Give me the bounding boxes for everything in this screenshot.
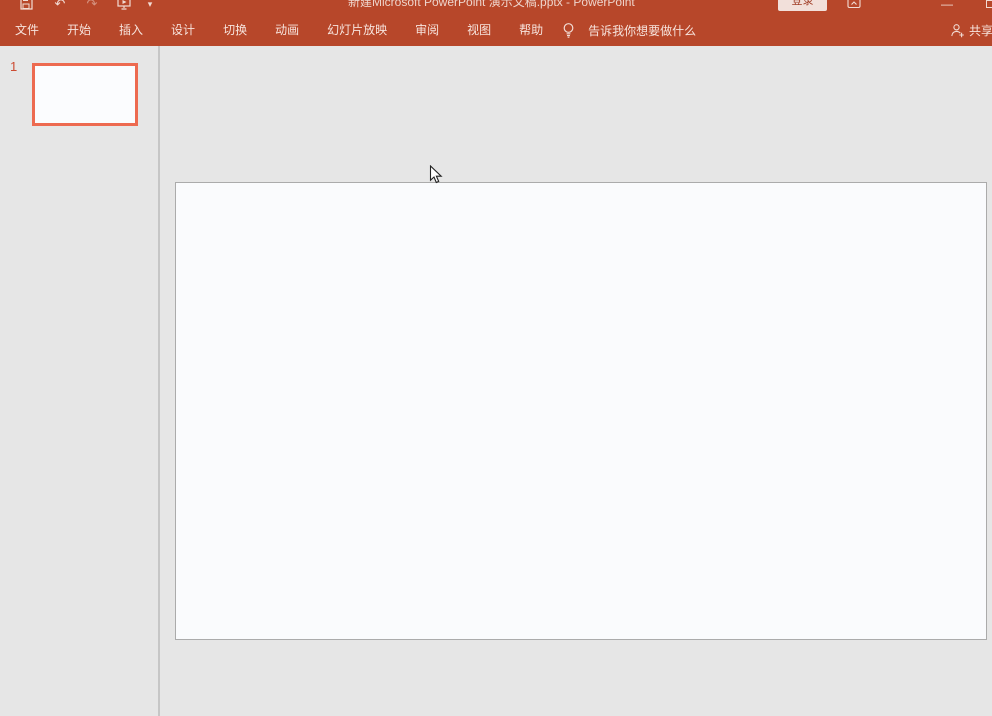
window-title: 新建Microsoft PowerPoint 演示文稿.pptx - Power…	[348, 0, 635, 11]
tab-slideshow[interactable]: 幻灯片放映	[313, 14, 401, 46]
title-bar: ↶ ↷ ▾ 新建Microsoft PowerPoint 演示文稿.pptx -…	[0, 0, 992, 14]
lightbulb-icon	[561, 22, 576, 38]
qat-dropdown-icon[interactable]: ▾	[142, 0, 158, 12]
share-button[interactable]: 共享	[950, 14, 992, 46]
tab-design[interactable]: 设计	[157, 14, 209, 46]
add-person-icon	[950, 23, 965, 38]
ribbon-display-options-icon[interactable]	[846, 0, 862, 12]
tab-home[interactable]: 开始	[53, 14, 105, 46]
redo-icon[interactable]: ↷	[84, 0, 100, 12]
start-slideshow-icon[interactable]	[117, 0, 133, 12]
slides-panel: 1	[0, 46, 160, 716]
tell-me-box[interactable]: 告诉我你想要做什么	[561, 14, 696, 46]
tab-review[interactable]: 审阅	[401, 14, 453, 46]
tab-transitions[interactable]: 切换	[209, 14, 261, 46]
tell-me-label: 告诉我你想要做什么	[588, 22, 696, 39]
editing-canvas	[160, 46, 992, 716]
maximize-box	[986, 0, 992, 8]
powerpoint-window: ↶ ↷ ▾ 新建Microsoft PowerPoint 演示文稿.pptx -…	[0, 0, 992, 716]
mouse-cursor	[429, 165, 444, 185]
tab-animations[interactable]: 动画	[261, 14, 313, 46]
slide-editing-area[interactable]	[175, 182, 987, 640]
slide-thumbnail-selected[interactable]	[32, 63, 138, 126]
slide-number: 1	[10, 59, 17, 74]
tab-view[interactable]: 视图	[453, 14, 505, 46]
save-icon[interactable]	[19, 0, 35, 12]
tab-help[interactable]: 帮助	[505, 14, 557, 46]
share-label: 共享	[969, 22, 992, 39]
tab-file[interactable]: 文件	[1, 14, 53, 46]
maximize-icon[interactable]	[982, 0, 992, 12]
sign-in-button[interactable]: 登录	[778, 0, 827, 11]
tab-insert[interactable]: 插入	[105, 14, 157, 46]
minimize-icon[interactable]: —	[939, 0, 955, 12]
ribbon-tab-bar: 文件 开始 插入 设计 切换 动画 幻灯片放映 审阅 视图 帮助 告诉我你想要做…	[0, 14, 992, 46]
undo-icon[interactable]: ↶	[52, 0, 68, 12]
